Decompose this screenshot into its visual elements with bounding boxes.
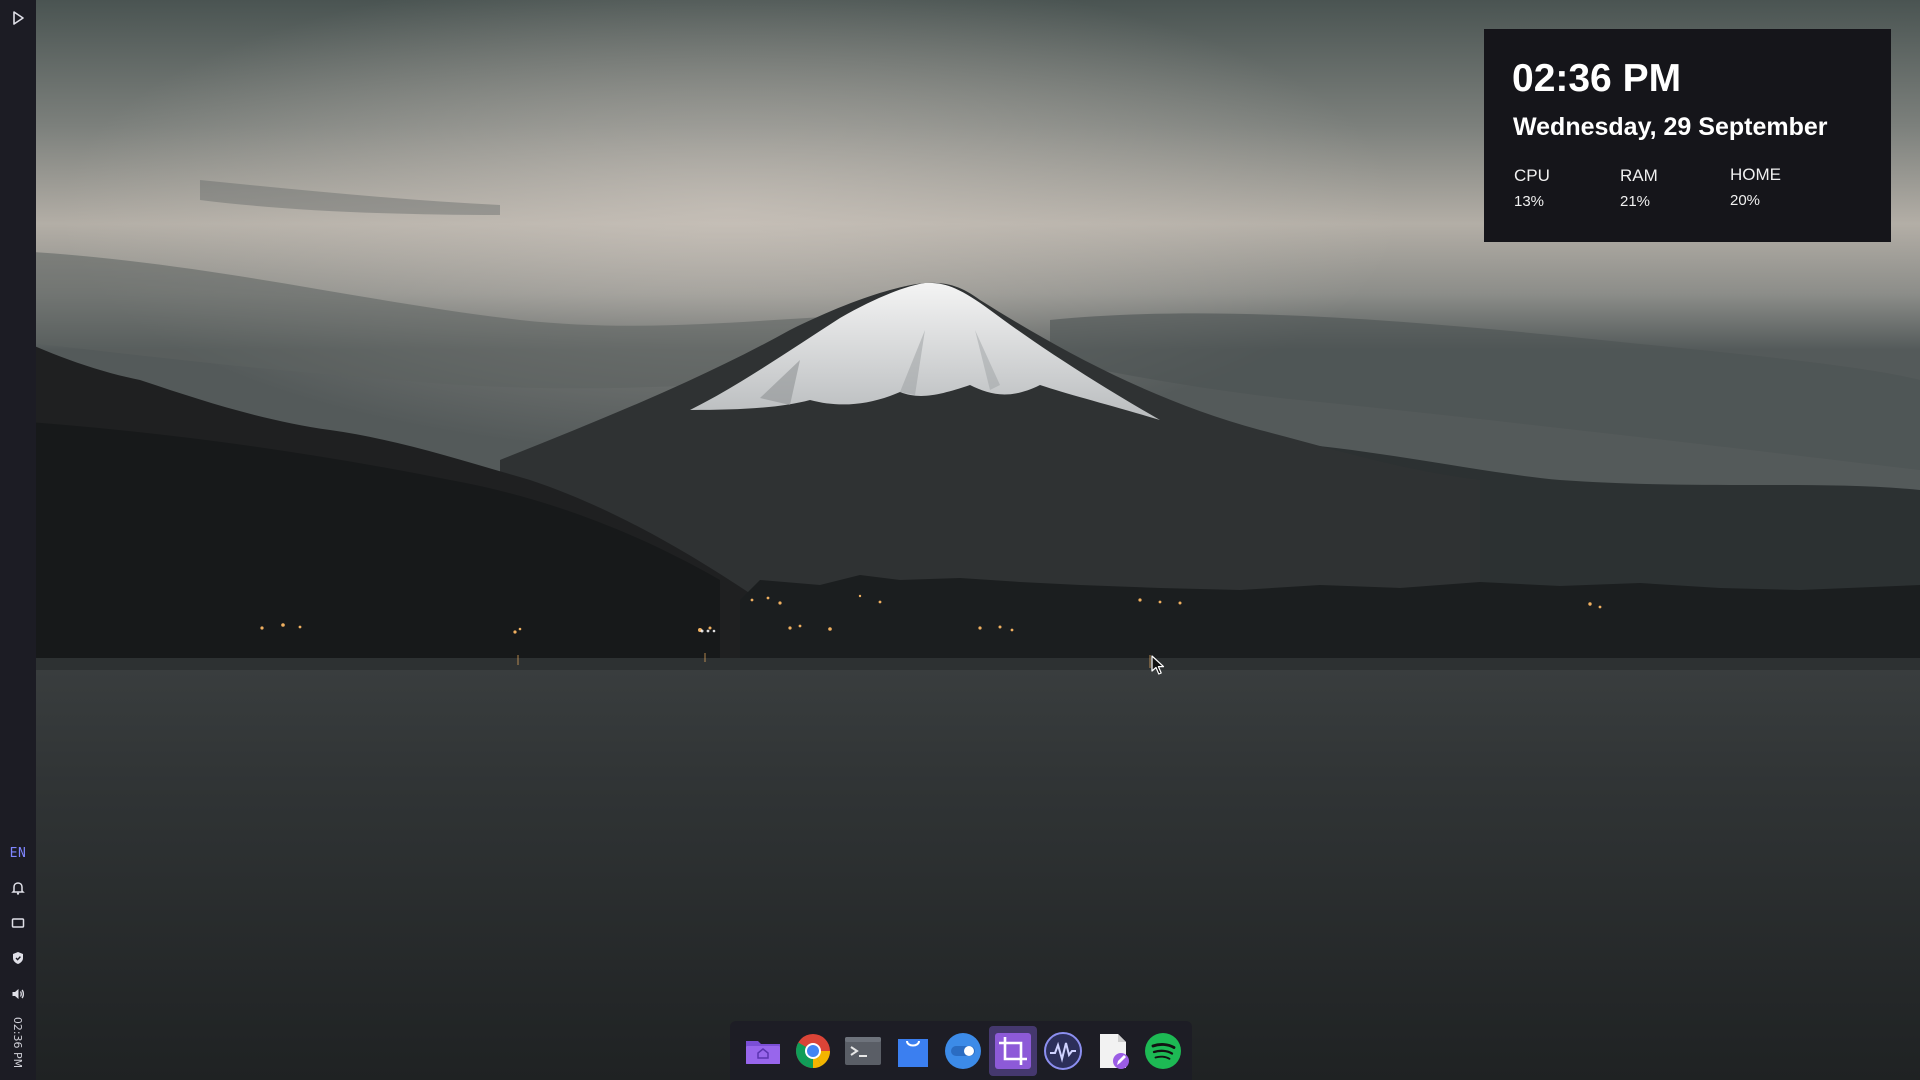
dock-item-spotify[interactable] (1139, 1026, 1187, 1076)
bell-icon[interactable] (0, 874, 36, 902)
ram-value: 21% (1620, 193, 1651, 210)
cpu-label: CPU (1514, 166, 1550, 185)
dock-item-store[interactable] (889, 1026, 937, 1076)
dock-item-file-manager[interactable] (739, 1026, 787, 1076)
side-panel: EN 02:36 PM (0, 0, 36, 1080)
screen-icon[interactable] (0, 909, 36, 937)
mouse-cursor-icon (1151, 655, 1165, 675)
spotify-icon (1145, 1033, 1181, 1069)
folder-home-icon (746, 1041, 780, 1064)
system-widget: 02:36 PM Wednesday, 29 September CPU 13%… (1484, 29, 1891, 242)
dock (730, 1021, 1192, 1080)
language-indicator[interactable]: EN (0, 846, 36, 861)
home-label: HOME (1730, 165, 1781, 184)
desktop[interactable]: EN 02:36 PM 02:36 PM Wednesday, 29 Septe… (0, 0, 1920, 1080)
panel-clock[interactable]: 02:36 PM (4, 1010, 32, 1074)
dock-item-screenshot[interactable] (989, 1026, 1037, 1076)
dock-item-chrome[interactable] (789, 1026, 837, 1076)
home-value: 20% (1730, 192, 1761, 209)
terminal-icon (845, 1037, 881, 1065)
ram-label: RAM (1620, 166, 1658, 185)
waveform-icon (1044, 1032, 1082, 1070)
cpu-value: 13% (1514, 193, 1545, 210)
toggle-icon (945, 1033, 981, 1069)
shield-icon[interactable] (0, 944, 36, 972)
crop-icon (995, 1033, 1031, 1069)
panel-clock-text: 02:36 PM (11, 1016, 25, 1068)
dock-item-toggle[interactable] (939, 1026, 987, 1076)
widget-time: 02:36 PM (1512, 57, 1682, 100)
chrome-icon (796, 1034, 830, 1068)
volume-icon[interactable] (0, 980, 36, 1008)
dock-item-terminal[interactable] (839, 1026, 887, 1076)
document-edit-icon (1100, 1034, 1129, 1069)
play-icon[interactable] (0, 4, 36, 32)
dock-item-system-monitor[interactable] (1039, 1026, 1087, 1076)
shopping-bag-icon (898, 1039, 928, 1067)
widget-date: Wednesday, 29 September (1513, 113, 1828, 141)
dock-item-text-editor[interactable] (1089, 1026, 1137, 1076)
